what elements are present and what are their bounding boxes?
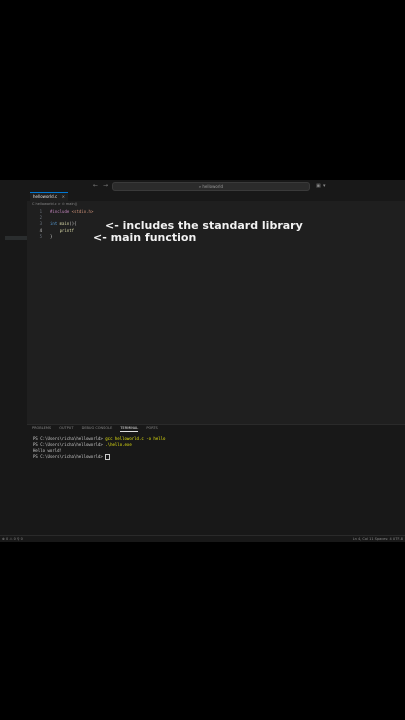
bottom-panel: PROBLEMS OUTPUT DEBUG CONSOLE TERMINAL P… <box>27 424 405 536</box>
back-button[interactable]: ← <box>93 182 98 190</box>
close-icon[interactable]: × <box>62 193 65 201</box>
tab-terminal[interactable]: TERMINAL <box>120 426 139 432</box>
tab-helloworld-c[interactable]: helloworld.c × <box>30 192 68 201</box>
tab-debug-console[interactable]: DEBUG CONSOLE <box>82 426 113 431</box>
code-content[interactable]: #include <stdio.h> int main(){ printf } <box>50 209 93 240</box>
terminal-output[interactable]: PS C:\Users\richa\helloworld> gcc hellow… <box>33 436 165 460</box>
editor-tabs: helloworld.c × <box>27 192 405 201</box>
editor-area[interactable]: helloworld.c × C helloworld.c > ⊙ main()… <box>27 192 405 424</box>
tab-label: helloworld.c <box>33 194 58 199</box>
code-line-5: } <box>50 233 53 239</box>
annotation-main: <- main function <box>93 231 197 244</box>
status-bar: ⊗ 0 ⚠ 0 ⚲ 0 Ln 4, Col 11 Spaces: 4 UTF-8 <box>0 535 405 542</box>
forward-button[interactable]: → <box>103 182 108 190</box>
copilot-icon[interactable]: ▣ <box>316 183 321 189</box>
explorer-sidebar <box>5 192 28 535</box>
status-cursor-position[interactable]: Ln 4, Col 11 Spaces: 4 UTF-8 <box>353 536 403 542</box>
terminal-cursor <box>105 454 111 460</box>
chevron-down-icon[interactable]: ▾ <box>323 183 326 189</box>
vscode-window: ← → ⌕ helloworld ▣ ▾ helloworld.c × C he… <box>0 180 405 542</box>
explorer-selected-file[interactable] <box>5 236 27 240</box>
terminal-line: PS C:\Users\richa\helloworld> <box>33 454 165 460</box>
tab-output[interactable]: OUTPUT <box>59 426 73 431</box>
command-center-search[interactable]: ⌕ helloworld <box>112 182 310 191</box>
status-problems[interactable]: ⊗ 0 ⚠ 0 ⚲ 0 <box>2 536 23 542</box>
line-number-gutter: 1 2 3 4 5 <box>32 209 42 240</box>
tab-ports[interactable]: PORTS <box>146 426 157 431</box>
panel-tabs: PROBLEMS OUTPUT DEBUG CONSOLE TERMINAL P… <box>32 426 165 432</box>
line-number: 5 <box>39 233 42 239</box>
tab-problems[interactable]: PROBLEMS <box>32 426 51 431</box>
code-line-1: #include <stdio.h> <box>50 209 94 214</box>
breadcrumb[interactable]: C helloworld.c > ⊙ main() <box>32 202 77 206</box>
